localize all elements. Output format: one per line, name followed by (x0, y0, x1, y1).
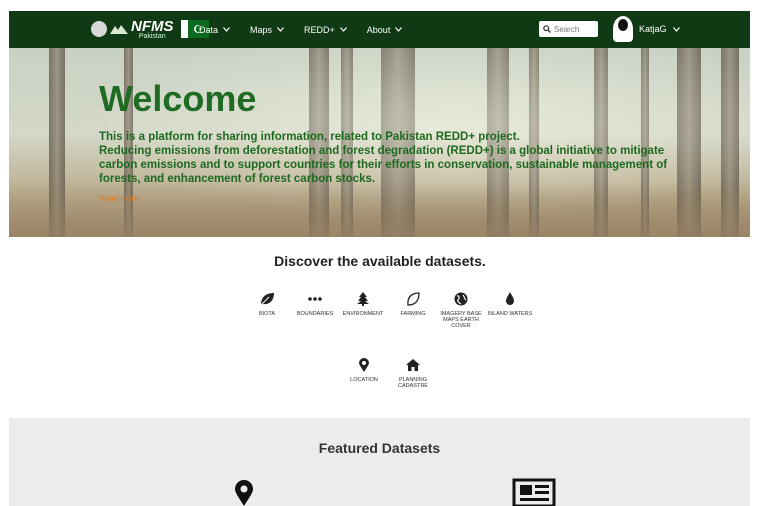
menu-redd[interactable]: REDD+ (304, 25, 347, 35)
intro-text: This is a platform for sharing informati… (99, 130, 669, 186)
menu-maps-label: Maps (250, 24, 273, 35)
chevron-down-icon (672, 26, 680, 32)
chevron-down-icon (339, 27, 347, 32)
brand-text: NFMS (131, 17, 174, 35)
user-menu[interactable]: KatjaG (613, 16, 680, 42)
menu-data[interactable]: Data (199, 25, 230, 35)
user-name: KatjaG (639, 24, 667, 34)
category-inland-waters[interactable]: INLAND WATERS (483, 292, 537, 317)
category-boundaries[interactable]: BOUNDARIES (288, 292, 342, 317)
category-farming[interactable]: FARMING (386, 292, 440, 317)
read-more-link[interactable]: Read more (99, 194, 139, 203)
search-box[interactable] (539, 21, 598, 37)
main-menu: Data Maps REDD+ About (199, 11, 403, 48)
menu-data-label: Data (199, 24, 219, 35)
welcome-title: Welcome (99, 78, 257, 119)
menu-redd-label: REDD+ (304, 24, 335, 35)
category-imagery[interactable]: IMAGERY BASE MAPS EARTH COVER (434, 292, 488, 329)
map-marker-icon (359, 358, 369, 372)
hero-banner: Welcome This is a platform for sharing i… (9, 48, 750, 237)
emblem-icon (91, 21, 107, 37)
ellipsis-icon (308, 297, 322, 301)
search-input[interactable] (554, 24, 594, 34)
map-marker-icon[interactable] (233, 480, 255, 506)
top-navbar: NFMS Pakistan ☪ Data Maps REDD+ About Ka… (9, 11, 750, 48)
category-location[interactable]: LOCATION (337, 358, 391, 383)
mountains-icon (110, 25, 128, 34)
site-logo[interactable]: NFMS Pakistan ☪ (91, 16, 209, 42)
leaf-icon (260, 293, 274, 306)
newspaper-icon[interactable] (512, 478, 556, 506)
intro-line-2: Reducing emissions from deforestation an… (99, 145, 668, 185)
chevron-down-icon (223, 27, 230, 32)
avatar (613, 16, 633, 42)
brand-subtext: Pakistan (138, 32, 166, 40)
menu-about[interactable]: About (367, 25, 403, 35)
intro-line-1: This is a platform for sharing informati… (99, 131, 520, 143)
featured-section: Featured Datasets (9, 418, 750, 506)
search-icon (543, 25, 551, 33)
chevron-down-icon (277, 27, 284, 32)
menu-about-label: About (366, 24, 391, 35)
drop-icon (506, 292, 514, 305)
category-environment[interactable]: ENVIRONMENT (336, 292, 390, 317)
category-planning-cadastre[interactable]: PLANNING CADASTRE (386, 358, 440, 389)
tree-icon (357, 292, 369, 306)
chevron-down-icon (395, 27, 403, 32)
category-biota[interactable]: BIOTA (240, 292, 294, 317)
featured-title: Featured Datasets (318, 440, 441, 456)
home-icon (406, 359, 420, 371)
menu-maps[interactable]: Maps (250, 25, 284, 35)
blank-leaf-icon (407, 292, 420, 306)
globe-icon (454, 292, 468, 306)
discover-title: Discover the available datasets. (274, 253, 486, 269)
